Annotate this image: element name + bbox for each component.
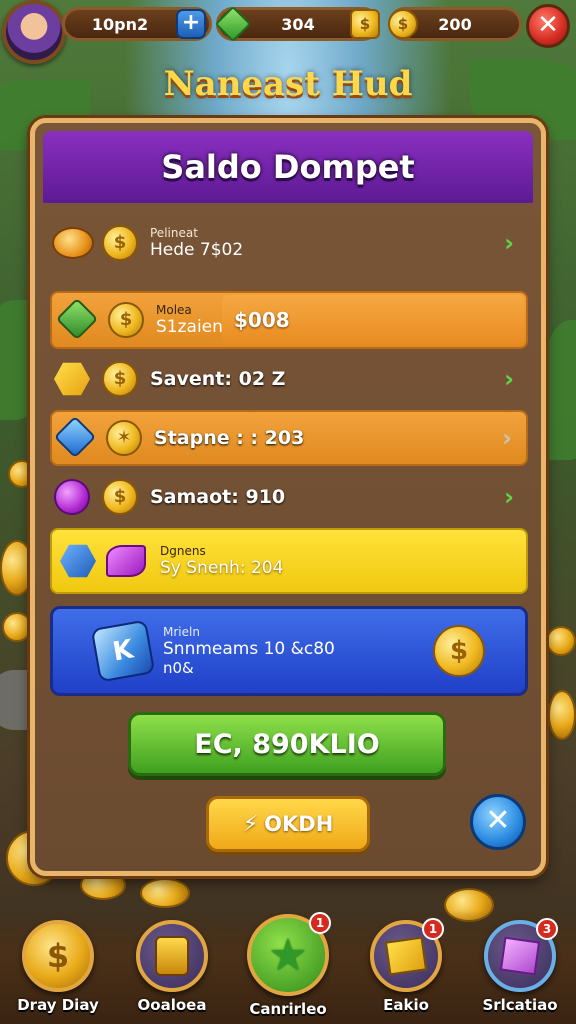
- wallet-row[interactable]: $ Pelineat Hede 7$02 ›: [50, 220, 528, 266]
- wallet-row[interactable]: $ Samaot: 910 ›: [50, 474, 528, 520]
- coin-decoration: [0, 540, 34, 596]
- chevron-right-icon[interactable]: ›: [504, 483, 514, 511]
- coin-icon: ✶: [106, 420, 142, 456]
- nav-label: Ooaloea: [137, 996, 207, 1014]
- panel-header: Saldo Dompet: [43, 131, 533, 203]
- coin-icon: $: [433, 625, 485, 677]
- confirm-amount-button[interactable]: EC, 890KLIO: [128, 712, 446, 776]
- coin-icon: $: [102, 361, 138, 397]
- row-amount: $008: [222, 295, 524, 345]
- box-icon: 1: [370, 918, 444, 992]
- coin-icon: $: [102, 225, 138, 261]
- chevron-right-icon[interactable]: ›: [504, 365, 514, 393]
- coin-icon: $: [108, 302, 144, 338]
- ok-button-label: OKDH: [264, 812, 334, 836]
- nav-label: Srlcatiao: [482, 996, 558, 1014]
- top-hud-bar: 10pn2 + 304 $ 200 $ ✕: [0, 0, 576, 64]
- wallet-row-selected[interactable]: $ Molea S1zaien $008: [50, 291, 528, 349]
- coin-decoration: [546, 626, 576, 656]
- gold-bar-icon: [50, 221, 94, 265]
- coin-decoration: [548, 690, 576, 740]
- wallet-row[interactable]: Dgnens Sy Snenh: 204: [50, 528, 528, 594]
- row-value: Sy Snenh: 204: [160, 558, 284, 578]
- purple-orb-icon: [50, 475, 94, 519]
- row-subvalue: n0&: [163, 659, 194, 677]
- row-text: Pelineat Hede 7$02: [150, 226, 243, 260]
- row-label: Molea: [156, 303, 192, 317]
- game-title: Naneast Hud: [163, 64, 413, 104]
- wallet-row[interactable]: $ Savent: 02 Z ›: [50, 356, 528, 402]
- add-button[interactable]: +: [176, 9, 206, 39]
- chevron-right-icon[interactable]: ›: [504, 229, 514, 257]
- nav-label: Eakio: [383, 996, 429, 1014]
- chevron-right-icon[interactable]: ›: [502, 424, 512, 452]
- row-label: Dgnens: [160, 544, 206, 558]
- star-icon: ★ 1: [247, 912, 331, 996]
- cube-icon: 3: [484, 918, 558, 992]
- notification-badge: 1: [309, 912, 331, 934]
- row-value: Savent: 02 Z: [150, 368, 286, 390]
- row-value: Hede 7$02: [150, 240, 244, 260]
- notification-badge: 1: [422, 918, 444, 940]
- row-label: Mrieln: [163, 625, 200, 639]
- wallet-row-featured[interactable]: K Mrieln Snnmeams 10 &c80 n0& $: [50, 606, 528, 696]
- nav-label: Canrirleo: [249, 1000, 327, 1018]
- row-label: Pelineat: [150, 226, 198, 240]
- cancel-button[interactable]: ✕: [470, 794, 526, 850]
- blue-crystal-icon: K: [90, 619, 156, 683]
- nav-item-shop[interactable]: 1 Eakio: [356, 918, 456, 1014]
- green-gem-icon: [55, 297, 100, 342]
- row-value: Samaot: 910: [150, 486, 286, 508]
- coin-decoration: [140, 878, 190, 908]
- coin-icon: $: [388, 9, 418, 39]
- close-button[interactable]: ✕: [526, 4, 570, 48]
- coin-icon[interactable]: $: [350, 9, 380, 39]
- bottom-nav: $ Dray Diay Ooaloea ★ 1 Canrirleo 1 Eaki…: [0, 910, 576, 1024]
- coin-decoration: [2, 612, 32, 642]
- purple-crystal-icon: [104, 539, 148, 583]
- nav-item-daily[interactable]: $ Dray Diay: [8, 920, 108, 1014]
- row-value: Stapne : : 203: [154, 427, 305, 449]
- panel-title: Saldo Dompet: [161, 148, 415, 186]
- wallet-row[interactable]: ✶ Stapne : : 203 ›: [50, 410, 528, 466]
- row-value: S1zaien: [156, 317, 223, 337]
- nav-item-collection[interactable]: Ooaloea: [122, 920, 222, 1014]
- lightning-icon: ⚡: [242, 811, 259, 837]
- nav-item-settings[interactable]: 3 Srlcatiao: [470, 918, 570, 1014]
- chest-icon: [136, 920, 208, 992]
- player-avatar[interactable]: [2, 0, 66, 64]
- notification-badge: 3: [536, 918, 558, 940]
- row-text: Dgnens Sy Snenh: 204: [160, 544, 283, 578]
- row-value: Snnmeams 10 &c80: [163, 639, 335, 659]
- yellow-gem-icon: [50, 357, 94, 401]
- coin-icon: $: [22, 920, 94, 992]
- row-text: Molea S1zaien: [156, 303, 223, 337]
- ok-button[interactable]: ⚡ OKDH: [206, 796, 370, 852]
- blue-gem-icon: [53, 415, 98, 460]
- nav-label: Dray Diay: [17, 996, 99, 1014]
- coin-icon: $: [102, 479, 138, 515]
- blue-hex-gem-icon: [56, 539, 100, 583]
- nav-item-center[interactable]: ★ 1 Canrirleo: [238, 912, 338, 1018]
- row-text: Mrieln Snnmeams 10 &c80 n0&: [163, 625, 335, 677]
